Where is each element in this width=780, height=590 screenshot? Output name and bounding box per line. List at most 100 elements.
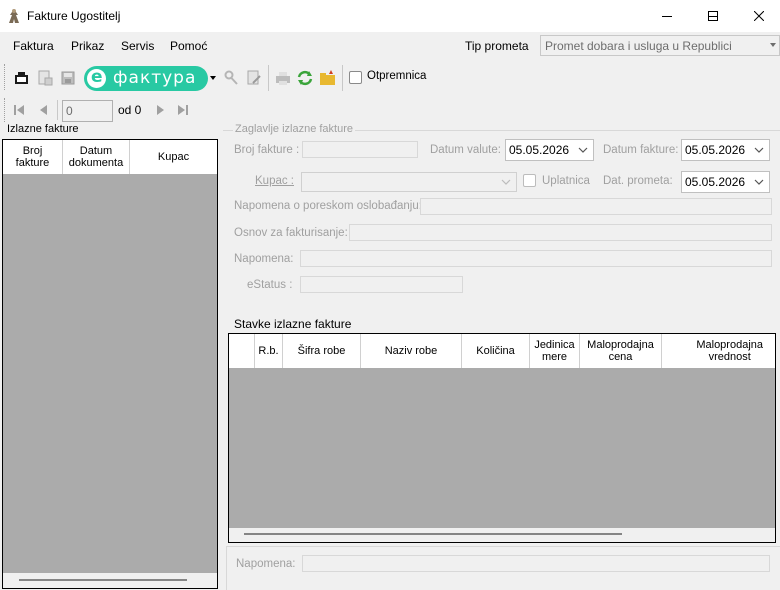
column-label: vrednost: [708, 351, 751, 363]
efaktura-e-logo: e: [87, 67, 106, 88]
navigator-grip[interactable]: [4, 98, 7, 122]
column-label: Jedinica: [534, 339, 575, 351]
datum-valute-value: 05.05.2026: [509, 143, 570, 157]
invoices-grid[interactable]: Broj fakture Datum dokumenta Kupac: [2, 139, 218, 589]
chevron-down-icon: [754, 147, 764, 153]
column-label: Količina: [476, 345, 515, 357]
last-record-icon[interactable]: [177, 104, 189, 116]
column-kupac[interactable]: Kupac: [130, 140, 217, 174]
toolbar-separator: [342, 65, 343, 91]
estatus-field[interactable]: [300, 276, 463, 293]
datum-fakture-label: Datum fakture:: [603, 144, 679, 156]
efaktura-button[interactable]: e фактура: [84, 66, 208, 91]
column-rb[interactable]: R.b.: [255, 334, 283, 368]
toolbar-separator: [268, 65, 269, 91]
dat-prometa-picker[interactable]: 05.05.2026: [681, 171, 770, 193]
column-label: Maloprodajna: [696, 339, 763, 351]
datum-valute-picker[interactable]: 05.05.2026: [505, 139, 594, 161]
napomena-poresko-field[interactable]: [420, 198, 772, 215]
copy-document-icon[interactable]: [36, 69, 54, 87]
scroll-thumb[interactable]: [244, 533, 622, 535]
efaktura-e-letter: e: [91, 67, 104, 87]
toolbar-grip[interactable]: [4, 64, 7, 90]
open-folder-icon[interactable]: [319, 69, 337, 87]
napomena-field[interactable]: [300, 250, 772, 267]
toolbar: Otpremnica: [0, 60, 460, 96]
menu-faktura[interactable]: Faktura: [13, 39, 54, 53]
napomena-poresko-label: Napomena o poreskom oslobađanju:: [234, 200, 422, 212]
datum-valute-label: Datum valute:: [430, 144, 501, 156]
scroll-thumb[interactable]: [19, 579, 187, 581]
menu-prikaz[interactable]: Prikaz: [71, 39, 104, 53]
izlazne-fakture-title: Izlazne fakture: [7, 123, 79, 135]
items-grid-header: R.b. Šifra robe Naziv robe Količina Jedi…: [229, 334, 775, 368]
osnov-field[interactable]: [349, 224, 772, 241]
column-sifra-robe[interactable]: Šifra robe: [283, 334, 361, 368]
invoices-grid-header: Broj fakture Datum dokumenta Kupac: [3, 140, 217, 174]
otpremnica-checkbox[interactable]: [349, 71, 362, 84]
dat-prometa-value: 05.05.2026: [685, 175, 746, 189]
uplatnica-checkbox[interactable]: [523, 174, 536, 187]
items-hscrollbar[interactable]: [229, 528, 775, 542]
datum-fakture-picker[interactable]: 05.05.2026: [681, 139, 770, 161]
first-record-icon[interactable]: [13, 104, 25, 116]
column-naziv-robe[interactable]: Naziv robe: [361, 334, 462, 368]
uplatnica-label: Uplatnica: [542, 175, 590, 187]
efaktura-dropdown-icon[interactable]: [210, 76, 216, 80]
window-title: Fakture Ugostitelj: [27, 9, 121, 23]
stavke-title: Stavke izlazne fakture: [234, 317, 352, 331]
column-label: mere: [541, 351, 568, 363]
footer-napomena-field[interactable]: [302, 555, 770, 572]
new-invoice-icon[interactable]: [13, 69, 31, 87]
chevron-down-icon: [770, 43, 776, 47]
maximize-icon: [708, 11, 718, 21]
column-label: Šifra robe: [297, 345, 346, 357]
efaktura-label: фактура: [113, 68, 197, 88]
chevron-down-icon: [501, 179, 511, 185]
tip-prometa-value: Promet dobara i usluga u Republici: [545, 39, 732, 53]
footer-napomena-label: Napomena:: [236, 558, 296, 570]
kupac-link[interactable]: Kupac :: [255, 175, 294, 187]
minimize-icon: [662, 16, 672, 17]
column-datum-dokumenta[interactable]: Datum dokumenta: [63, 140, 130, 174]
minimize-button[interactable]: [644, 0, 690, 32]
invoices-hscrollbar[interactable]: [3, 573, 217, 588]
column-row-selector[interactable]: [229, 334, 255, 368]
previous-record-icon[interactable]: [38, 104, 50, 116]
column-maloprodajna-vrednost[interactable]: Maloprodajna vrednost: [662, 334, 775, 368]
kupac-select[interactable]: [301, 172, 517, 192]
column-label: Kupac: [157, 151, 190, 163]
broj-fakture-label: Broj fakture :: [234, 144, 300, 156]
zaglavlje-title: Zaglavlje izlazne fakture: [233, 123, 356, 135]
close-icon: [754, 11, 764, 21]
chevron-down-icon: [754, 179, 764, 185]
record-count-label: od 0: [118, 103, 142, 117]
refresh-icon[interactable]: [296, 69, 314, 87]
dat-prometa-label: Dat. prometa:: [603, 175, 673, 187]
record-position-input[interactable]: 0: [62, 100, 113, 122]
maximize-button[interactable]: [690, 0, 736, 32]
items-grid[interactable]: R.b. Šifra robe Naziv robe Količina Jedi…: [228, 333, 776, 543]
column-broj-fakture[interactable]: Broj fakture: [3, 140, 63, 174]
menu-servis[interactable]: Servis: [121, 39, 154, 53]
column-kolicina[interactable]: Količina: [462, 334, 530, 368]
broj-fakture-field[interactable]: [302, 141, 418, 158]
edit-document-icon[interactable]: [245, 69, 263, 87]
print-icon[interactable]: [274, 69, 292, 87]
key-icon[interactable]: [222, 69, 240, 87]
navigator-separator: [57, 100, 58, 120]
app-icon: [9, 9, 19, 23]
save-icon[interactable]: [59, 69, 77, 87]
close-button[interactable]: [736, 0, 780, 32]
tip-prometa-label: Tip prometa: [465, 39, 529, 53]
column-label: cena: [608, 351, 633, 363]
column-jedinica-mere[interactable]: Jedinica mere: [530, 334, 580, 368]
next-record-icon[interactable]: [154, 104, 166, 116]
chevron-down-icon: [578, 147, 588, 153]
tip-prometa-select[interactable]: Promet dobara i usluga u Republici: [540, 35, 780, 56]
column-label: dokumenta: [68, 157, 124, 169]
column-maloprodajna-cena[interactable]: Maloprodajna cena: [580, 334, 662, 368]
otpremnica-label: Otpremnica: [367, 70, 427, 82]
estatus-label: eStatus :: [247, 279, 293, 291]
menu-pomoc[interactable]: Pomoć: [170, 39, 207, 53]
